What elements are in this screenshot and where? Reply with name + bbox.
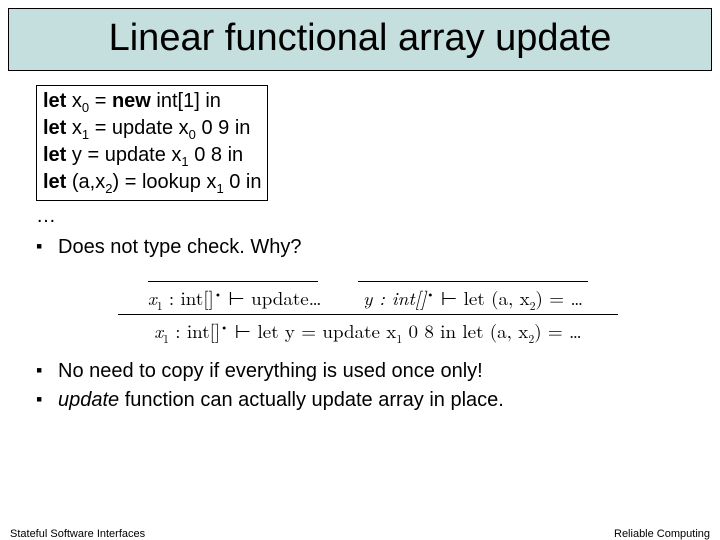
t: y = update x [66,144,181,166]
code-block: let x0 = new int[1] in let x1 = update x… [36,85,268,201]
judg-top-left: x1 : int[]• ⊢ update… [148,284,322,312]
t: : int[] [163,284,214,311]
kw-let: let [43,171,66,193]
footer-left: Stateful Software Interfaces [10,528,145,540]
t: ) = … [534,317,582,344]
t: 0 in [224,171,262,193]
t: (a,x [66,171,105,193]
t: function can actually update array in pl… [119,389,504,411]
slide-body: let x0 = new int[1] in let x1 = update x… [0,71,720,414]
inner-left: x1 : int[]• ⊢ update… [148,275,322,312]
footer-right: Reliable Computing [614,528,710,540]
code-line-1: let x0 = new int[1] in [43,88,261,115]
kw-let: let [43,144,66,166]
t: int[1] in [151,90,221,112]
kw-let: let [43,117,66,139]
sub: 1 [216,181,223,196]
t: 0 8 in let (a, x [402,317,528,344]
bullet-list-2: No need to copy if everything is used on… [36,358,700,414]
t: = [89,90,112,112]
t: ⊢ update… [222,284,322,311]
bullet-sup: • [214,287,222,302]
t: = update x [89,117,189,139]
outer-fraction: x1 : int[]• ⊢ update… y : int[]• ⊢ let (… [118,275,618,344]
kw-let: let [43,90,66,112]
slide-title: Linear functional array update [19,17,701,60]
t: ⊢ let (a, x [434,284,529,311]
bullet-update: update function can actually update arra… [36,387,700,414]
t: ⊢ let y = update x [228,317,396,344]
t: x [66,90,82,112]
ellipsis: … [36,203,700,230]
sub: 0 [189,127,196,142]
bullet-nocopy: No need to copy if everything is used on… [36,358,700,385]
t: 0 9 in [196,117,250,139]
derivation: x1 : int[]• ⊢ update… y : int[]• ⊢ let (… [36,275,700,344]
code-line-4: let (a,x2) = lookup x1 0 in [43,169,261,196]
t: ) = lookup x [112,171,216,193]
bullet-typecheck: Does not type check. Why? [36,234,700,261]
inner-right: y : int[]• ⊢ let (a, x2) = … [358,275,588,312]
slide: Linear functional array update let x0 = … [0,8,720,540]
bullet-list-1: Does not type check. Why? [36,234,700,261]
title-box: Linear functional array update [8,8,712,71]
code-line-3: let y = update x1 0 8 in [43,142,261,169]
update-fn-name: update [58,389,119,411]
judg-top-right: y : int[]• ⊢ let (a, x2) = … [358,284,588,312]
judg-bottom: x1 : int[]• ⊢ let y = update x1 0 8 in l… [118,317,618,345]
t: x [148,284,157,311]
t: 0 8 in [189,144,243,166]
sub: 1 [181,154,188,169]
outer-numerator: x1 : int[]• ⊢ update… y : int[]• ⊢ let (… [118,275,618,312]
t: y : int[] [363,284,426,311]
outer-hline [118,314,618,315]
t: x [66,117,82,139]
footer: Stateful Software Interfaces Reliable Co… [10,528,710,540]
t: ) = … [536,284,584,311]
t: : int[] [169,317,220,344]
t: x [154,317,163,344]
code-line-2: let x1 = update x0 0 9 in [43,115,261,142]
kw-new: new [112,90,151,112]
